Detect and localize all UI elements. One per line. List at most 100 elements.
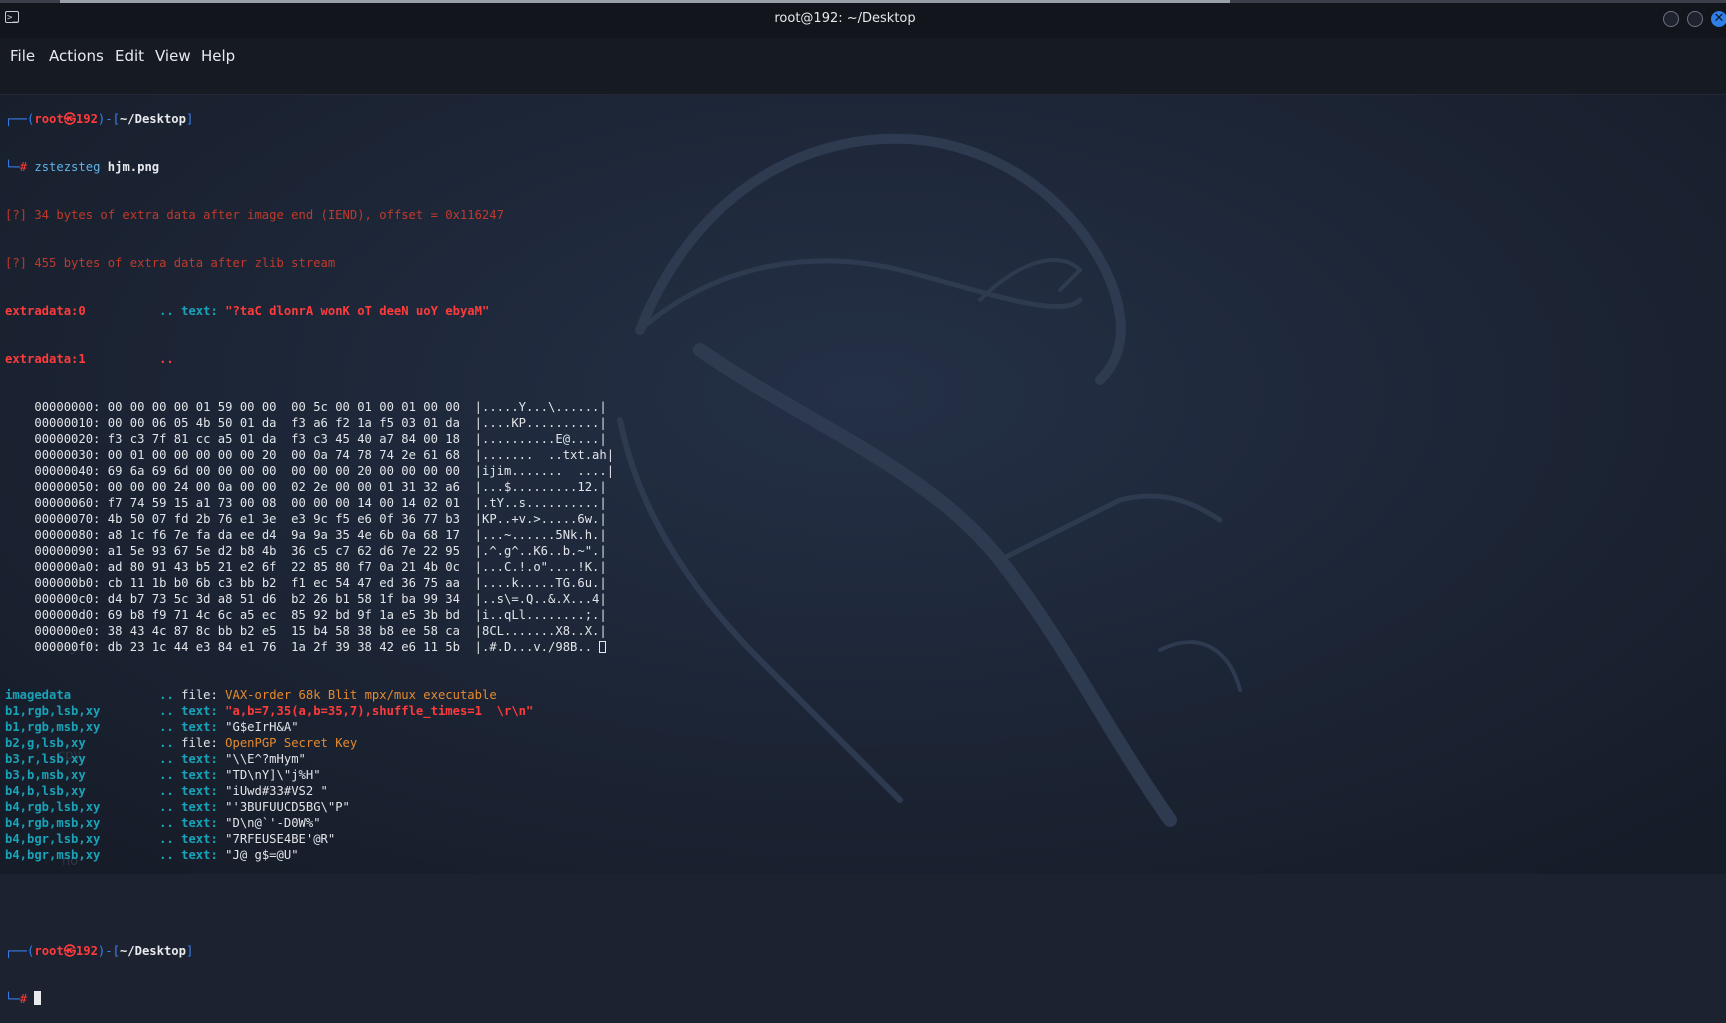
hex-bytes: 69 b8 f9 71 4c 6c a5 ec 85 92 bd 9f 1a e… (107, 608, 460, 622)
menu-file[interactable]: File (10, 47, 35, 65)
hexdump-row: 00000040: 69 6a 69 6d 00 00 00 00 00 00 … (5, 463, 1715, 479)
hex-bytes: cb 11 1b b0 6b c3 bb b2 f1 ec 54 47 ed 3… (107, 576, 460, 590)
hexdump-row: 00000060: f7 74 59 15 a1 73 00 08 00 00 … (5, 495, 1715, 511)
result-sep: .. (159, 800, 174, 814)
result-sep: .. (159, 736, 174, 750)
result-row: b3,r,lsb,xy .. text: "\\E^?mHym" (5, 751, 1715, 767)
hex-offset: 00000010: (34, 416, 101, 430)
text-cursor (34, 991, 42, 1005)
result-key: b4,b,lsb,xy (5, 784, 86, 798)
hexdump-row: 000000f0: db 23 1c 44 e3 84 e1 76 1a 2f … (5, 639, 1715, 655)
hexdump-row: 00000070: 4b 50 07 fd 2b 76 e1 3e e3 9c … (5, 511, 1715, 527)
hex-offset: 000000f0: (34, 640, 101, 654)
result-key: imagedata (5, 688, 72, 702)
result-label: text: (181, 704, 218, 718)
hex-offset: 000000d0: (34, 608, 101, 622)
hex-offset: 000000c0: (34, 592, 101, 606)
hex-ascii: |.#.D...v./98B.. (474, 640, 600, 654)
command-name: zstezsteg (34, 160, 101, 174)
hex-bytes: 00 00 00 00 01 59 00 00 00 5c 00 01 00 0… (107, 400, 460, 414)
hexdump-row: 00000000: 00 00 00 00 01 59 00 00 00 5c … (5, 399, 1715, 415)
result-value: VAX-order 68k Blit mpx/mux executable (225, 688, 497, 702)
hex-offset: 00000030: (34, 448, 101, 462)
result-label: text: (181, 848, 218, 862)
hexdump-row: 000000a0: ad 80 91 43 b5 21 e2 6f 22 85 … (5, 559, 1715, 575)
hex-offset: 00000000: (34, 400, 101, 414)
hex-offset: 00000040: (34, 464, 101, 478)
result-row: imagedata .. file: VAX-order 68k Blit mp… (5, 687, 1715, 703)
result-value: "7RFEUSE4BE'@R" (225, 832, 336, 846)
hex-bytes: 00 01 00 00 00 00 00 20 00 0a 74 78 74 2… (107, 448, 460, 462)
command-line: └─# zstezsteg hjm.png (5, 160, 160, 174)
menu-edit[interactable]: Edit (115, 47, 144, 65)
result-key: b1,rgb,lsb,xy (5, 704, 101, 718)
result-row: b1,rgb,msb,xy .. text: "G$eIrH&A" (5, 719, 1715, 735)
hex-ascii: |..s\=.Q..&.X...4| (474, 592, 607, 606)
hex-ascii: |...$.........12.| (474, 480, 607, 494)
result-value: "J@ g$=@U" (225, 848, 299, 862)
result-label: text: (181, 720, 218, 734)
hex-bytes: 00 00 00 24 00 0a 00 00 02 2e 00 00 01 3… (107, 480, 460, 494)
hex-bytes: 38 43 4c 87 8c bb b2 e5 15 b4 58 38 b8 e… (107, 624, 460, 638)
menu-help[interactable]: Help (201, 47, 235, 65)
hex-ascii: |..........E@....| (474, 432, 607, 446)
hexdump-row: 00000020: f3 c3 7f 81 cc a5 01 da f3 c3 … (5, 431, 1715, 447)
warning-line: [?] 34 bytes of extra data after image e… (5, 208, 504, 222)
menu-actions[interactable]: Actions (49, 47, 104, 65)
result-value: "\\E^?mHym" (225, 752, 306, 766)
maximize-button[interactable] (1687, 11, 1703, 27)
result-label: text: (181, 768, 218, 782)
hex-offset: 000000a0: (34, 560, 101, 574)
window-titlebar[interactable]: >_ root@192: ~/Desktop ✕ (0, 0, 1726, 38)
menu-view[interactable]: View (155, 47, 191, 65)
result-key: b1,rgb,msb,xy (5, 720, 101, 734)
hex-bytes: a1 5e 93 67 5e d2 b8 4b 36 c5 c7 62 d6 7… (107, 544, 460, 558)
result-value: "'3BUFUUCD5BG\"P" (225, 800, 350, 814)
close-button[interactable]: ✕ (1711, 11, 1726, 27)
result-label: text: (181, 752, 218, 766)
top-strip-highlight (60, 0, 1230, 3)
results-block: imagedata .. file: VAX-order 68k Blit mp… (5, 687, 1715, 863)
hex-ascii: |...~......5Nk.h.| (474, 528, 607, 542)
hex-offset: 00000080: (34, 528, 101, 542)
result-row: b4,b,lsb,xy .. text: "iUwd#33#VS2 " (5, 783, 1715, 799)
hex-ascii: |.^.g^..K6..b.~".| (474, 544, 607, 558)
result-value: "iUwd#33#VS2 " (225, 784, 328, 798)
result-sep: .. (159, 720, 174, 734)
window-title: root@192: ~/Desktop (774, 11, 916, 26)
hex-bytes: a8 1c f6 7e fa da ee d4 9a 9a 35 4e 6b 0… (107, 528, 460, 542)
hexdump-row: 00000090: a1 5e 93 67 5e d2 b8 4b 36 c5 … (5, 543, 1715, 559)
hex-bytes: f3 c3 7f 81 cc a5 01 da f3 c3 45 40 a7 8… (107, 432, 460, 446)
result-sep: .. (159, 768, 174, 782)
hex-ascii: |....k.....TG.6u.| (474, 576, 607, 590)
hex-bytes: 4b 50 07 fd 2b 76 e1 3e e3 9c f5 e6 0f 3… (107, 512, 460, 526)
extradata1-line: extradata:1 .. (5, 352, 174, 366)
result-label: file: (181, 688, 218, 702)
result-row: b4,rgb,lsb,xy .. text: "'3BUFUUCD5BG\"P" (5, 799, 1715, 815)
input-line[interactable]: └─# (5, 991, 1715, 1007)
result-sep: .. (159, 832, 174, 846)
result-sep: .. (159, 784, 174, 798)
result-row: b4,bgr,msb,xy .. text: "J@ g$=@U" (5, 847, 1715, 863)
terminal-output[interactable]: ┌──(root㉿192)-[~/Desktop] └─# zstezsteg … (5, 79, 1715, 1023)
result-sep: .. (159, 704, 174, 718)
result-key: b3,r,lsb,xy (5, 752, 86, 766)
result-sep: .. (159, 752, 174, 766)
result-row: b4,bgr,lsb,xy .. text: "7RFEUSE4BE'@R" (5, 831, 1715, 847)
hexdump-row: 00000080: a8 1c f6 7e fa da ee d4 9a 9a … (5, 527, 1715, 543)
hex-offset: 00000020: (34, 432, 101, 446)
result-row: b1,rgb,lsb,xy .. text: "a,b=7,35(a,b=35,… (5, 703, 1715, 719)
hex-bytes: db 23 1c 44 e3 84 e1 76 1a 2f 39 38 42 e… (107, 640, 460, 654)
extradata0-line: extradata:0 .. text: "?taC dlonrA wonK o… (5, 304, 490, 318)
minimize-button[interactable] (1663, 11, 1679, 27)
result-sep: .. (159, 688, 174, 702)
prompt-line-2: ┌──(root㉿192)-[~/Desktop] (5, 944, 194, 958)
hex-offset: 00000090: (34, 544, 101, 558)
hex-offset: 000000b0: (34, 576, 101, 590)
result-value: "a,b=7,35(a,b=35,7),shuffle_times=1 \r\n… (225, 704, 534, 718)
result-value: OpenPGP Secret Key (225, 736, 358, 750)
hex-ascii: |i..qLl........;.| (474, 608, 607, 622)
hex-ascii: |....... ..txt.ah| (474, 448, 615, 462)
hex-ascii: |.tY..s..........| (474, 496, 607, 510)
